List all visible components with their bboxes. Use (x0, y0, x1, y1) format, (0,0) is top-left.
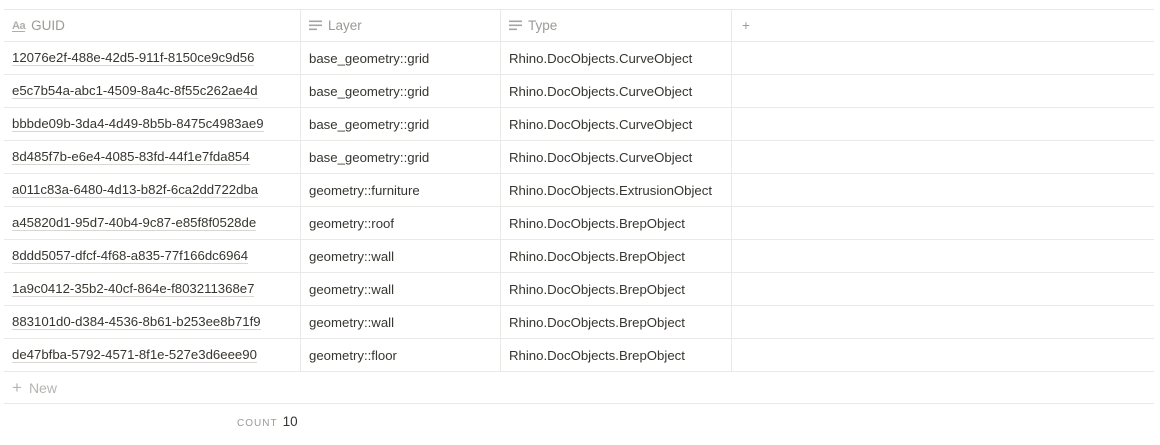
guid-cell[interactable]: 8ddd5057-dfcf-4f68-a835-77f166dc6964 (4, 240, 301, 272)
column-header-label: GUID (31, 18, 65, 33)
new-row-label: New (28, 379, 57, 396)
empty-cell (732, 42, 1154, 74)
layer-cell[interactable]: base_geometry::grid (301, 141, 501, 173)
guid-cell[interactable]: a011c83a-6480-4d13-b82f-6ca2dd722dba (4, 174, 301, 206)
column-header-guid[interactable]: Aa GUID (4, 10, 301, 41)
table-row[interactable]: 1a9c0412-35b2-40cf-864e-f803211368e7 geom… (4, 273, 1154, 306)
table-row[interactable]: de47bfba-5792-4571-8f1e-527e3d6eee90 geom… (4, 339, 1154, 372)
empty-cell (732, 207, 1154, 239)
empty-cell (732, 141, 1154, 173)
layer-cell[interactable]: geometry::floor (301, 339, 501, 371)
type-cell[interactable]: Rhino.DocObjects.CurveObject (501, 108, 732, 140)
empty-cell (732, 339, 1154, 371)
layer-cell[interactable]: geometry::roof (301, 207, 501, 239)
text-icon (509, 20, 522, 31)
guid-link[interactable]: 12076e2f-488e-42d5-911f-8150ce9c9d56 (12, 50, 255, 66)
guid-link[interactable]: de47bfba-5792-4571-8f1e-527e3d6eee90 (12, 347, 257, 363)
column-header-label: Type (528, 18, 558, 33)
guid-link[interactable]: a45820d1-95d7-40b4-9c87-e85f8f0528de (12, 215, 257, 231)
guid-cell[interactable]: bbbde09b-3da4-4d49-8b5b-8475c4983ae9 (4, 108, 301, 140)
guid-cell[interactable]: de47bfba-5792-4571-8f1e-527e3d6eee90 (4, 339, 301, 371)
table-row[interactable]: a45820d1-95d7-40b4-9c87-e85f8f0528de geom… (4, 207, 1154, 240)
column-header-layer[interactable]: Layer (301, 10, 501, 41)
table-row[interactable]: bbbde09b-3da4-4d49-8b5b-8475c4983ae9 base… (4, 108, 1154, 141)
layer-cell[interactable]: geometry::wall (301, 306, 501, 338)
empty-cell (732, 75, 1154, 107)
count-value: 10 (282, 414, 298, 429)
guid-cell[interactable]: 8d485f7b-e6e4-4085-83fd-44f1e7fda854 (4, 141, 301, 173)
new-row-button[interactable]: + New (4, 372, 1154, 404)
plus-icon: + (742, 18, 750, 33)
empty-cell (732, 240, 1154, 272)
column-header-type[interactable]: Type (501, 10, 732, 41)
table-row[interactable]: e5c7b54a-abc1-4509-8a4c-8f55c262ae4d base… (4, 75, 1154, 108)
guid-link[interactable]: a011c83a-6480-4d13-b82f-6ca2dd722dba (12, 182, 259, 198)
empty-cell (732, 273, 1154, 305)
type-cell[interactable]: Rhino.DocObjects.ExtrusionObject (501, 174, 732, 206)
table-row[interactable]: 12076e2f-488e-42d5-911f-8150ce9c9d56 base… (4, 42, 1154, 75)
column-header-label: Layer (328, 18, 362, 33)
guid-cell[interactable]: a45820d1-95d7-40b4-9c87-e85f8f0528de (4, 207, 301, 239)
guid-cell[interactable]: 12076e2f-488e-42d5-911f-8150ce9c9d56 (4, 42, 301, 74)
type-cell[interactable]: Rhino.DocObjects.BrepObject (501, 306, 732, 338)
table-body: 12076e2f-488e-42d5-911f-8150ce9c9d56 base… (4, 42, 1154, 372)
guid-cell[interactable]: e5c7b54a-abc1-4509-8a4c-8f55c262ae4d (4, 75, 301, 107)
table-row[interactable]: 8d485f7b-e6e4-4085-83fd-44f1e7fda854 base… (4, 141, 1154, 174)
layer-cell[interactable]: base_geometry::grid (301, 75, 501, 107)
guid-link[interactable]: 1a9c0412-35b2-40cf-864e-f803211368e7 (12, 281, 255, 297)
guid-cell[interactable]: 1a9c0412-35b2-40cf-864e-f803211368e7 (4, 273, 301, 305)
database-table: Aa GUID Layer Type + 12076e2f-488e-42d5-… (4, 9, 1154, 404)
empty-cell (732, 306, 1154, 338)
type-cell[interactable]: Rhino.DocObjects.BrepObject (501, 207, 732, 239)
table-row[interactable]: 883101d0-d384-4536-8b61-b253ee8b71f9 geom… (4, 306, 1154, 339)
type-cell[interactable]: Rhino.DocObjects.BrepObject (501, 339, 732, 371)
type-cell[interactable]: Rhino.DocObjects.CurveObject (501, 42, 732, 74)
table-row[interactable]: a011c83a-6480-4d13-b82f-6ca2dd722dba geom… (4, 174, 1154, 207)
guid-link[interactable]: bbbde09b-3da4-4d49-8b5b-8475c4983ae9 (12, 116, 264, 132)
type-cell[interactable]: Rhino.DocObjects.BrepObject (501, 240, 732, 272)
guid-link[interactable]: 883101d0-d384-4536-8b61-b253ee8b71f9 (12, 314, 261, 330)
layer-cell[interactable]: geometry::wall (301, 240, 501, 272)
plus-icon: + (12, 377, 22, 397)
guid-cell[interactable]: 883101d0-d384-4536-8b61-b253ee8b71f9 (4, 306, 301, 338)
add-column-button[interactable]: + (732, 10, 1154, 41)
table-header: Aa GUID Layer Type + (4, 9, 1154, 42)
type-cell[interactable]: Rhino.DocObjects.BrepObject (501, 273, 732, 305)
layer-cell[interactable]: geometry::furniture (301, 174, 501, 206)
layer-cell[interactable]: geometry::wall (301, 273, 501, 305)
count-label: COUNT (237, 418, 278, 429)
empty-cell (732, 108, 1154, 140)
type-cell[interactable]: Rhino.DocObjects.CurveObject (501, 75, 732, 107)
guid-link[interactable]: 8d485f7b-e6e4-4085-83fd-44f1e7fda854 (12, 149, 250, 165)
text-icon (309, 20, 322, 31)
empty-cell (732, 174, 1154, 206)
guid-link[interactable]: e5c7b54a-abc1-4509-8a4c-8f55c262ae4d (12, 83, 258, 99)
table-row[interactable]: 8ddd5057-dfcf-4f68-a835-77f166dc6964 geom… (4, 240, 1154, 273)
title-icon: Aa (12, 19, 26, 32)
type-cell[interactable]: Rhino.DocObjects.CurveObject (501, 141, 732, 173)
guid-link[interactable]: 8ddd5057-dfcf-4f68-a835-77f166dc6964 (12, 248, 249, 264)
count-summary[interactable]: COUNT 10 (237, 414, 298, 429)
layer-cell[interactable]: base_geometry::grid (301, 42, 501, 74)
layer-cell[interactable]: base_geometry::grid (301, 108, 501, 140)
